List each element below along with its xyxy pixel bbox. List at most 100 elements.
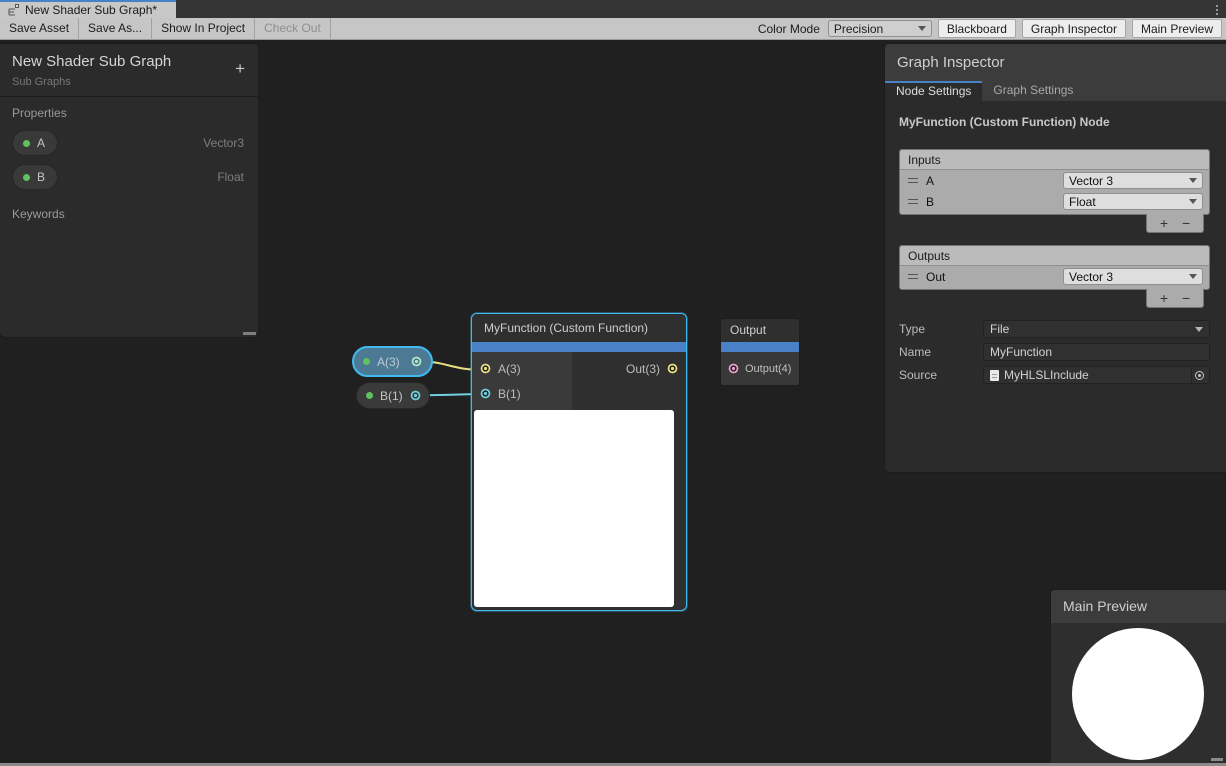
inputs-row-b[interactable]: B Float: [900, 191, 1209, 212]
shader-graph-toolbar: Save Asset Save As... Show In Project Ch…: [0, 18, 1226, 40]
tab-graph-settings[interactable]: Graph Settings: [982, 81, 1084, 101]
output-type-value: Vector 3: [1069, 270, 1189, 284]
input-port-label: A(3): [498, 362, 521, 376]
blackboard-subtitle: Sub Graphs: [12, 76, 246, 88]
source-value: MyHLSLInclude: [1004, 368, 1186, 382]
blackboard-toggle-button[interactable]: Blackboard: [938, 19, 1016, 38]
outputs-row-out[interactable]: Out Vector 3: [900, 266, 1209, 287]
custom-function-node[interactable]: MyFunction (Custom Function) A(3) B(1) O…: [471, 313, 687, 611]
add-input-button[interactable]: +: [1160, 215, 1168, 232]
blackboard-property-b[interactable]: B: [12, 164, 58, 190]
color-mode-dropdown[interactable]: Precision: [828, 20, 932, 37]
color-mode-label: Color Mode: [756, 22, 822, 36]
main-preview-panel: Main Preview: [1050, 589, 1226, 763]
properties-section-label: Properties: [0, 97, 258, 125]
name-value: MyFunction: [990, 345, 1203, 359]
outputs-list: Outputs Out Vector 3: [899, 245, 1210, 290]
property-node-label: B(1): [380, 389, 403, 403]
input-port-row: B(1): [472, 381, 572, 406]
node-title[interactable]: MyFunction (Custom Function): [472, 314, 686, 342]
blackboard-header[interactable]: New Shader Sub Graph Sub Graphs +: [0, 44, 258, 97]
input-type-dropdown[interactable]: Vector 3: [1063, 172, 1203, 189]
property-row: B Float: [0, 164, 258, 190]
name-input[interactable]: MyFunction: [983, 343, 1210, 361]
save-as-button[interactable]: Save As...: [79, 18, 152, 40]
property-node-a[interactable]: A(3): [352, 346, 433, 377]
graph-inspector-panel: Graph Inspector Node Settings Graph Sett…: [884, 43, 1226, 473]
chevron-down-icon: [1195, 327, 1203, 332]
source-field-row: Source MyHLSLInclude: [899, 366, 1210, 384]
node-precision-bar: [721, 342, 799, 352]
property-type: Float: [217, 170, 244, 184]
subgraph-icon: [8, 4, 20, 16]
remove-input-button[interactable]: −: [1182, 215, 1190, 232]
output-type-dropdown[interactable]: Vector 3: [1063, 268, 1203, 285]
main-preview-title[interactable]: Main Preview: [1051, 590, 1226, 623]
window-tab-bar: New Shader Sub Graph*: [0, 0, 1226, 18]
document-tab[interactable]: New Shader Sub Graph*: [0, 0, 176, 18]
tab-bar-menu-button[interactable]: [1208, 0, 1226, 18]
remove-output-button[interactable]: −: [1182, 290, 1190, 307]
chevron-down-icon: [1189, 274, 1197, 279]
node-ports: A(3) B(1) Out(3): [472, 352, 686, 410]
check-out-button: Check Out: [255, 18, 331, 40]
save-asset-button[interactable]: Save Asset: [0, 18, 79, 40]
main-preview-toggle-button[interactable]: Main Preview: [1132, 19, 1222, 38]
main-preview-body[interactable]: [1051, 623, 1226, 764]
show-in-project-button[interactable]: Show In Project: [152, 18, 255, 40]
drag-handle-icon[interactable]: [908, 199, 918, 204]
output-port-out[interactable]: [667, 363, 678, 374]
object-picker-button[interactable]: [1191, 367, 1207, 383]
output-node-port-row: Output(4): [721, 352, 799, 385]
input-port-label: B(1): [498, 387, 521, 401]
output-node[interactable]: Output Output(4): [720, 318, 800, 386]
property-output-port[interactable]: [411, 356, 422, 367]
keywords-section-label: Keywords: [0, 198, 258, 226]
type-label: Type: [899, 322, 983, 336]
inputs-list-header: Inputs: [900, 150, 1209, 170]
type-dropdown[interactable]: File: [983, 320, 1210, 338]
input-port-row: A(3): [472, 356, 572, 381]
property-node-b[interactable]: B(1): [356, 382, 430, 409]
input-type-dropdown[interactable]: Float: [1063, 193, 1203, 210]
name-label: Name: [899, 345, 983, 359]
vertical-ellipsis-icon: [1216, 5, 1218, 7]
drag-handle-icon[interactable]: [908, 274, 918, 279]
input-name: A: [926, 174, 1055, 188]
input-name: B: [926, 195, 1055, 209]
inputs-list: Inputs A Vector 3 B Float: [899, 149, 1210, 215]
property-output-port[interactable]: [410, 390, 421, 401]
graph-inspector-title[interactable]: Graph Inspector: [885, 44, 1226, 81]
node-title[interactable]: Output: [721, 319, 799, 342]
property-row: A Vector3: [0, 130, 258, 156]
blackboard-title: New Shader Sub Graph: [12, 53, 246, 70]
blackboard-panel: New Shader Sub Graph Sub Graphs + Proper…: [0, 43, 259, 338]
input-type-value: Float: [1069, 195, 1189, 209]
property-name: B: [37, 170, 45, 184]
color-mode-value: Precision: [834, 22, 914, 36]
input-type-value: Vector 3: [1069, 174, 1189, 188]
add-output-button[interactable]: +: [1160, 290, 1168, 307]
inputs-row-a[interactable]: A Vector 3: [900, 170, 1209, 191]
blackboard-property-a[interactable]: A: [12, 130, 58, 156]
output-input-port[interactable]: [728, 363, 739, 374]
main-preview-resize-handle[interactable]: [1211, 758, 1223, 761]
graph-inspector-toggle-button[interactable]: Graph Inspector: [1022, 19, 1126, 38]
input-port-a[interactable]: [480, 363, 491, 374]
source-object-field[interactable]: MyHLSLInclude: [983, 366, 1210, 384]
tab-node-settings[interactable]: Node Settings: [885, 81, 982, 101]
output-port-label: Output(4): [745, 363, 791, 375]
blackboard-resize-handle[interactable]: [243, 332, 256, 335]
exposed-property-dot-icon: [363, 358, 370, 365]
type-field-row: Type File: [899, 320, 1210, 338]
chevron-down-icon: [918, 26, 926, 31]
file-asset-icon: [990, 370, 999, 381]
output-port-row: Out(3): [572, 356, 686, 381]
add-property-button[interactable]: +: [235, 60, 245, 77]
drag-handle-icon[interactable]: [908, 178, 918, 183]
property-node-label: A(3): [377, 355, 400, 369]
shader-preview-sphere: [1072, 628, 1204, 760]
type-value: File: [990, 322, 1190, 336]
property-name: A: [37, 136, 45, 150]
input-port-b[interactable]: [480, 388, 491, 399]
